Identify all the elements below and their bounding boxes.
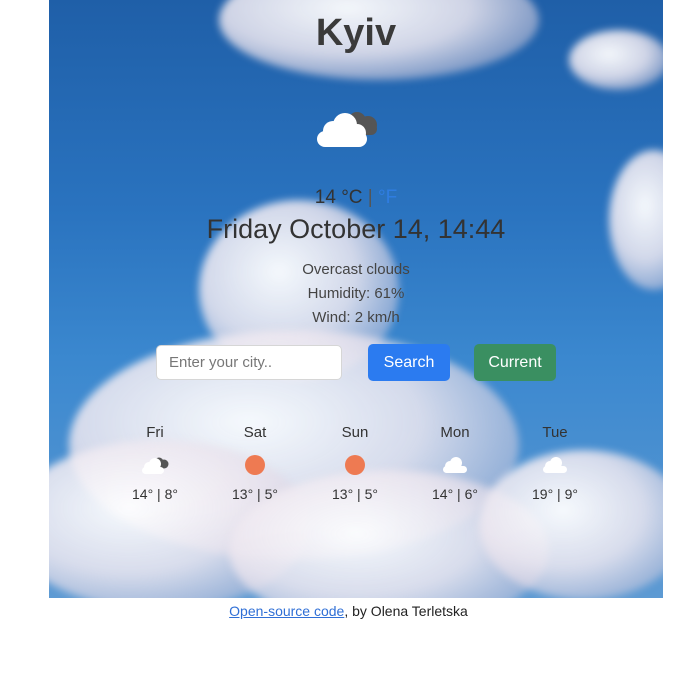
source-code-link[interactable]: Open-source code [229,603,344,619]
forecast-day: Sun 13° | 5° [309,424,401,502]
fahrenheit-link[interactable]: °F [378,187,397,208]
forecast-day-name: Tue [542,424,568,441]
forecast-temps: 19° | 9° [532,486,578,502]
footer: Open-source code, by Olena Terletska [0,603,697,619]
broken-clouds-icon [109,444,201,486]
humidity-text: Humidity: 61% [307,285,405,302]
sun-icon [209,444,301,486]
temperature-value: 14 [314,187,336,208]
weather-app: Kyiv 14 °C | °F Friday October 14, 14:44… [49,0,663,598]
forecast-row: Fri 14° | 8° Sat 13° | 5° Sun 13° | 5° M… [109,424,601,502]
forecast-day-name: Fri [146,424,164,441]
celsius-link[interactable]: °C [341,187,362,208]
broken-clouds-icon [311,103,383,151]
forecast-day-name: Sat [243,424,267,441]
forecast-day: Tue 19° | 9° [509,424,601,502]
cloud-icon [509,444,601,486]
weather-description: Overcast clouds [302,261,410,278]
forecast-day-name: Sun [341,424,369,441]
current-temperature-row: 14 °C | °F [49,187,663,209]
forecast-temps: 13° | 5° [232,486,278,502]
current-date: Friday October 14, 14:44 [206,214,506,244]
weather-details: Overcast clouds Humidity: 61% Wind: 2 km… [49,258,663,330]
forecast-temps: 14° | 8° [132,486,178,502]
forecast-day: Fri 14° | 8° [109,424,201,502]
sun-icon [309,444,401,486]
search-button[interactable]: Search [368,344,450,381]
forecast-day: Mon 14° | 6° [409,424,501,502]
unit-separator: | [367,187,373,208]
cloud-icon [409,444,501,486]
forecast-day-name: Mon [440,424,470,441]
forecast-day: Sat 13° | 5° [209,424,301,502]
city-search-input[interactable] [156,345,342,380]
forecast-temps: 13° | 5° [332,486,378,502]
footer-author: , by Olena Terletska [344,603,468,619]
forecast-temps: 14° | 6° [432,486,478,502]
current-location-button[interactable]: Current [474,344,556,381]
wind-text: Wind: 2 km/h [312,309,400,326]
city-name: Kyiv [315,12,397,54]
